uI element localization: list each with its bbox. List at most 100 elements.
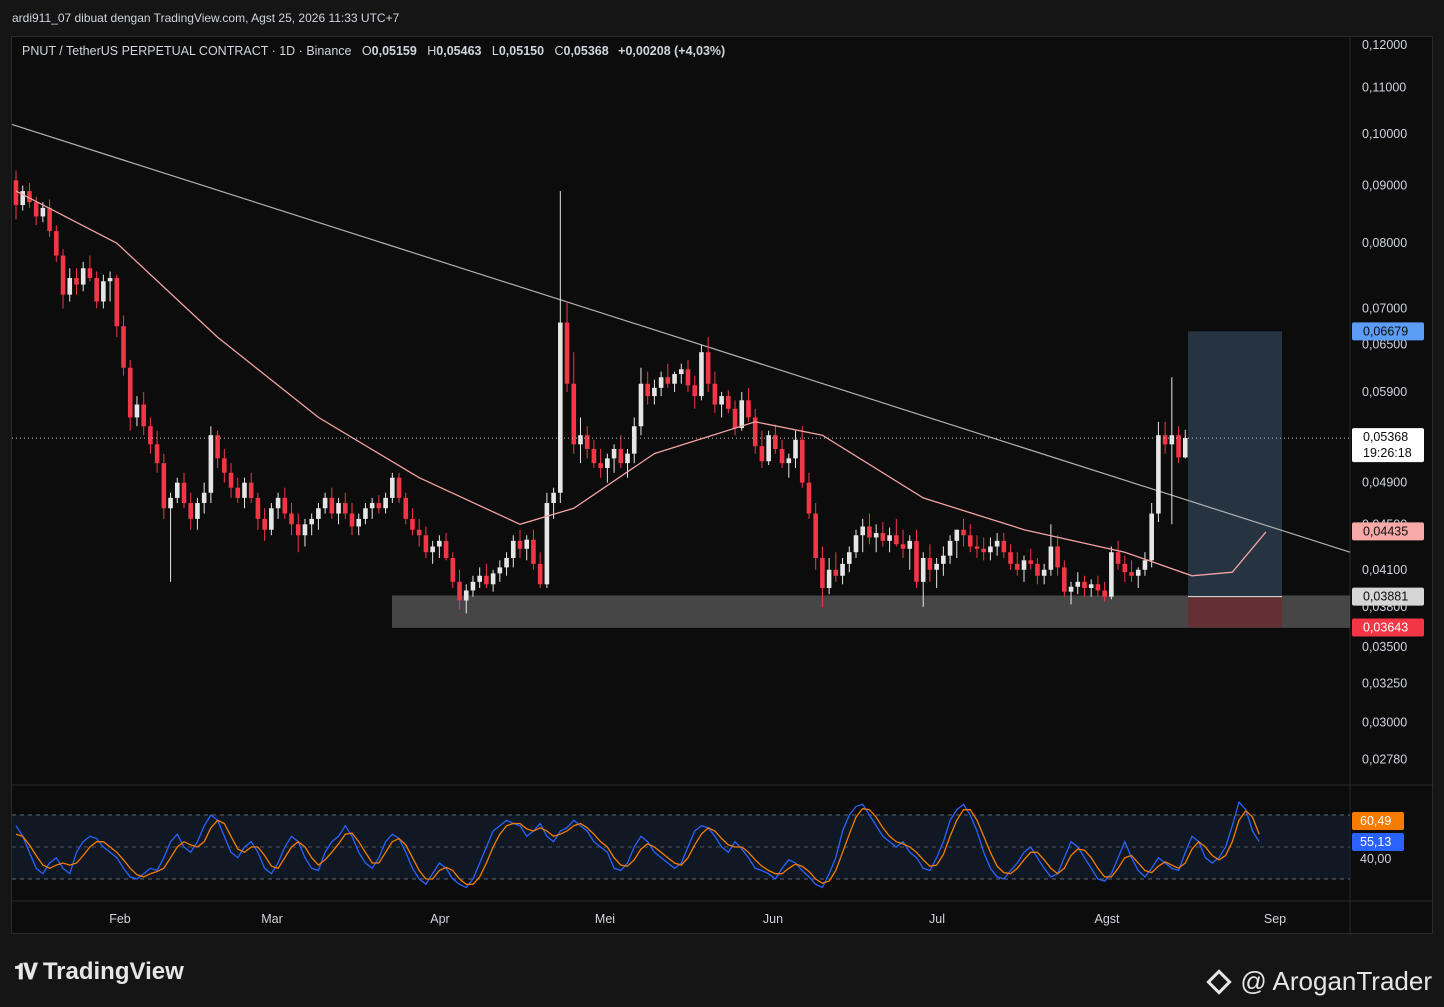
candle-body [759,446,765,462]
candle [1129,560,1134,582]
candle-body [127,367,133,418]
candle [564,301,570,392]
candle [222,448,227,483]
candle-body [947,540,953,556]
candle [94,271,99,309]
candle [416,518,422,547]
candle [887,527,892,553]
candle-body [450,557,456,582]
candle [1082,575,1087,597]
oscillator-badge-d: 60,49 [1352,812,1404,830]
candle-body [833,569,839,576]
price-badge-text: 0,06679 [1363,324,1408,338]
candle-body [1055,546,1060,568]
candle [282,487,288,519]
candle [410,508,415,536]
candle-body [416,529,422,536]
candle [443,533,449,561]
candle-body [484,575,489,585]
candle-body [87,268,93,278]
candle [517,529,523,558]
candle [390,472,395,504]
candle-body [215,435,220,459]
candle-body [685,369,691,386]
candle-body [329,497,335,514]
candle [1156,421,1161,523]
candle-body [961,529,966,536]
candle [1055,535,1060,576]
candle-body [497,567,503,574]
price-chart[interactable]: 0,12000 0,11000 0,10000 0,09000 0,08000 0,070… [12,37,1434,935]
candle [195,497,200,530]
candle [1014,552,1020,576]
candle-body [611,448,617,459]
footer: 𝟏𝐕 TradingView @ AroganTrader [0,940,1444,1007]
candle-body [1169,435,1175,445]
candle-body [967,535,973,547]
candle [665,363,671,388]
oscillator-axis-label: 40,00 [1360,852,1391,866]
candle [705,337,711,392]
candle [1109,546,1114,600]
candle-body [342,503,348,514]
tradingview-brand: TradingView [42,958,184,985]
candle-body [605,458,610,468]
candle [732,400,738,436]
candle-body [1122,563,1128,573]
candle-body [457,581,462,601]
candle [470,575,476,597]
candle-body [510,540,516,558]
candle [685,359,691,392]
candle [430,540,435,564]
candle [981,537,986,561]
candle [27,182,32,208]
candle [746,387,751,422]
candle-body [134,404,140,418]
candle [490,569,496,592]
candle [531,529,536,570]
time-axis-label: Feb [109,912,131,926]
author-watermark: @ AroganTrader [1206,966,1432,997]
candle [558,191,563,504]
price-tick-label: 0,03000 [1362,715,1407,729]
candle [699,344,704,401]
time-axis-label: Apr [430,912,449,926]
candle-body [174,482,180,498]
candle [853,529,859,558]
candle-body [248,482,254,498]
candle-body [403,497,409,519]
candle-body [154,444,160,464]
candle-body [994,540,1000,547]
price-badge-moving-average: 0,04435 [1352,522,1424,541]
candle [369,497,375,519]
candle [275,492,281,519]
candle [672,371,677,392]
price-tick-label: 0,04100 [1362,563,1407,577]
candle [302,518,308,547]
candle-body [1162,435,1168,445]
candle-body [80,268,86,285]
chart-pane[interactable]: 0,12000 0,11000 0,10000 0,09000 0,08000 0,070… [11,36,1434,935]
candle [235,477,241,504]
candle-body [1048,546,1054,570]
price-badge-last-price: 0,05368 19:26:18 [1352,428,1424,463]
candle-body [309,518,314,525]
candle [988,537,993,561]
candle-body [1075,581,1081,587]
candle-body [719,396,724,405]
tradingview-logo[interactable]: 𝟏𝐕 TradingView [14,958,184,986]
candle-body [295,524,301,536]
candle [907,535,913,570]
top-bar: ardi911_07 dibuat dengan TradingView.com… [0,0,1444,36]
candle-body [1109,552,1114,597]
price-badge-text: 0,03643 [1363,621,1408,635]
candle-body [141,404,146,427]
candle [477,567,482,588]
candle [54,225,59,262]
candle [1149,503,1154,568]
candle [544,492,550,588]
oscillator-badge-text: 55,13 [1360,835,1391,849]
price-badge-text: 0,03881 [1363,590,1408,604]
candle-body [645,383,650,397]
candle-body [914,540,919,582]
